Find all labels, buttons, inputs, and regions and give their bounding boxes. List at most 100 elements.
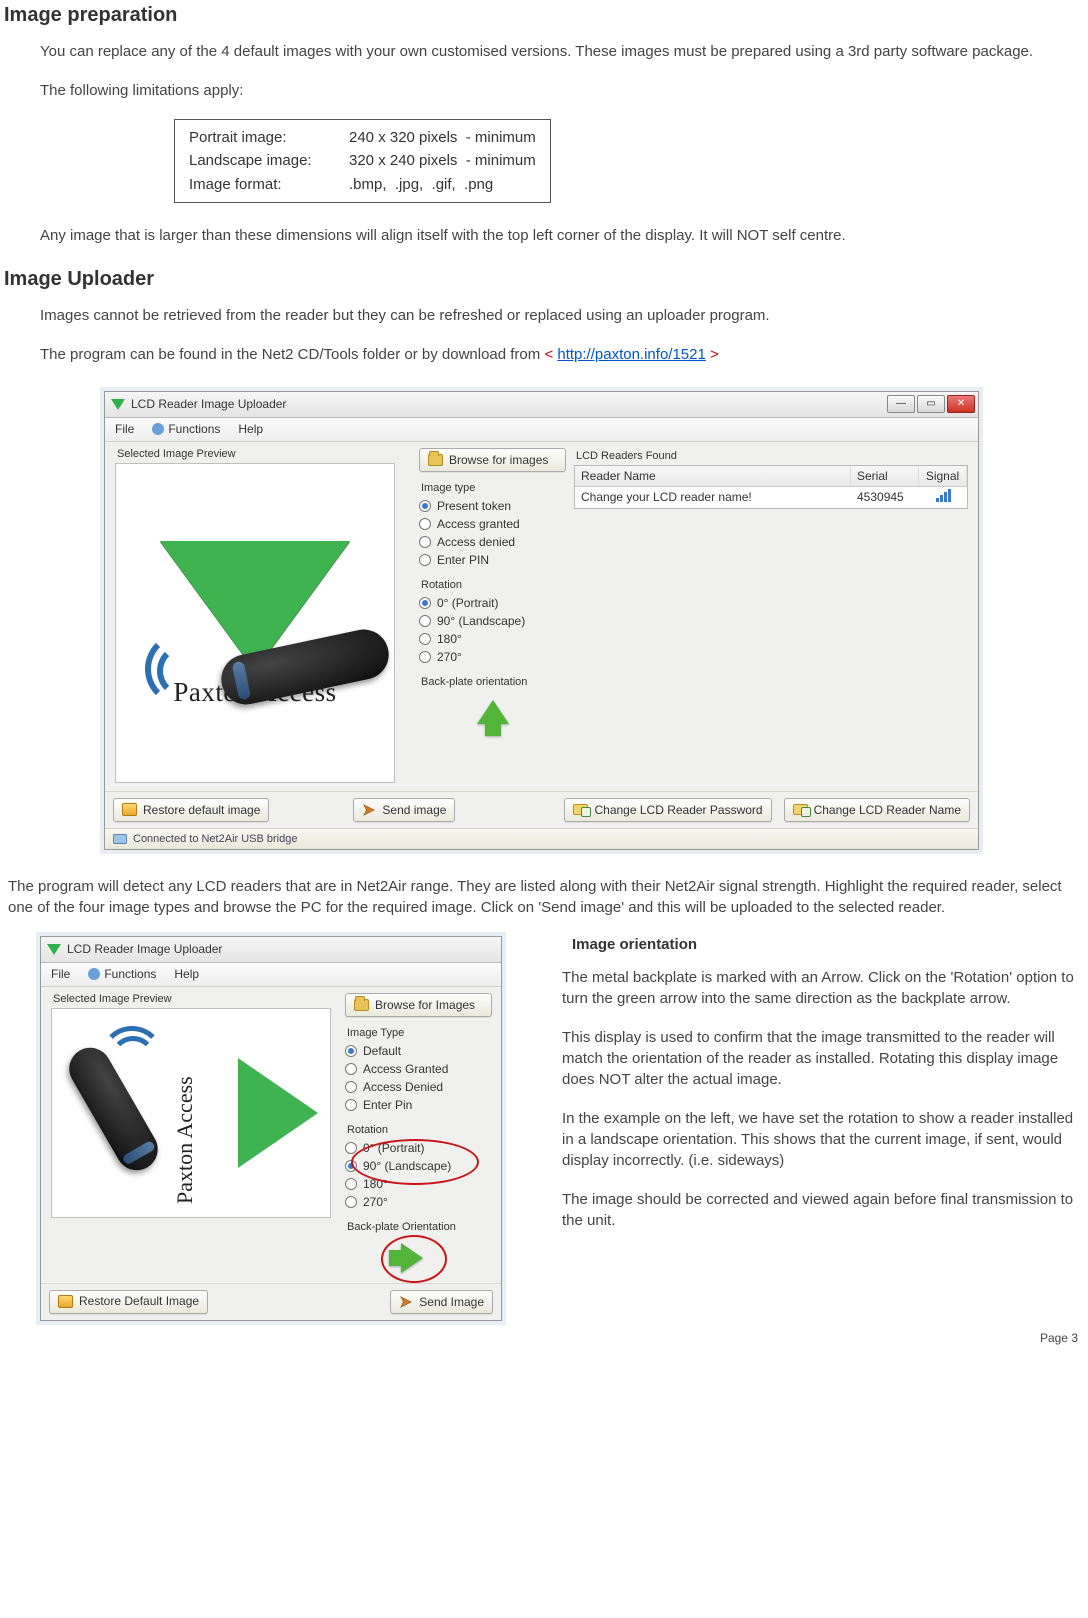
radio-access-granted[interactable]: Access Granted [345,1060,492,1078]
text-upl-1: Images cannot be retrieved from the read… [40,305,1084,326]
app-icon [111,399,125,410]
restore-default-button[interactable]: Restore default image [113,798,269,822]
paxton-triangle-icon [238,1058,318,1168]
link-download[interactable]: http://paxton.info/1521 [557,346,705,363]
radio-access-denied[interactable]: Access Denied [345,1078,492,1096]
restore-icon [58,1295,73,1308]
limit-format-label: Image format: [189,173,349,196]
rfid-wave-icon [139,634,209,704]
bracket-lt: < [544,346,557,363]
cell-reader-name: Change your LCD reader name! [575,487,851,508]
radio-access-denied[interactable]: Access denied [419,533,566,551]
readers-table: Reader Name Serial Signal Change your LC… [574,465,968,509]
limits-box: Portrait image:240 x 320 pixels - minimu… [174,119,551,203]
radio-rot-0[interactable]: 0° (Portrait) [419,594,566,612]
radio-rot-0[interactable]: 0° (Portrait) [345,1139,492,1157]
limit-landscape-label: Landscape image: [189,149,349,172]
col-serial[interactable]: Serial [851,466,919,486]
image-type-label: Image Type [347,1027,492,1039]
window-title: LCD Reader Image Uploader [131,397,286,411]
change-name-button[interactable]: Change LCD Reader Name [784,798,970,822]
gear-icon [152,423,164,435]
send-image-button[interactable]: Send image [353,798,455,822]
backplate-arrow-up-icon [477,700,509,724]
limit-format-val: .bmp, .jpg, .gif, .png [349,176,493,193]
text-prep-2: The following limitations apply: [40,80,1084,101]
restore-default-button[interactable]: Restore Default Image [49,1290,208,1314]
titlebar: LCD Reader Image Uploader [41,937,501,963]
menu-functions[interactable]: Functions [152,422,220,436]
radio-enter-pin[interactable]: Enter Pin [345,1096,492,1114]
gear-icon [88,968,100,980]
radio-enter-pin[interactable]: Enter PIN [419,551,566,569]
text-prep-3: Any image that is larger than these dime… [40,225,1084,246]
cell-serial: 4530945 [851,487,919,508]
text-prep-1: You can replace any of the 4 default ima… [40,41,1084,62]
paxton-text-rotated: Paxton Access [172,1076,198,1204]
folder-icon [428,454,443,466]
orient-p2: This display is used to confirm that the… [562,1027,1082,1090]
table-row[interactable]: Change your LCD reader name! 4530945 [575,487,967,508]
uploader-window-2: LCD Reader Image Uploader File Functions… [40,936,502,1321]
page-number: Page 3 [4,1321,1084,1349]
col-signal[interactable]: Signal [919,466,967,486]
radio-access-granted[interactable]: Access granted [419,515,566,533]
heading-image-orientation: Image orientation [572,936,1082,953]
restore-icon [122,803,137,816]
send-icon [362,803,376,817]
menubar: File Functions Help [41,963,501,987]
heading-image-preparation: Image preparation [4,4,1084,27]
radio-rot-90[interactable]: 90° (Landscape) [419,612,566,630]
titlebar: LCD Reader Image Uploader — ▭ ✕ [105,392,978,418]
readers-found-label: LCD Readers Found [574,448,968,465]
maximize-button[interactable]: ▭ [917,395,945,413]
statusbar: Connected to Net2Air USB bridge [105,828,978,849]
menu-help[interactable]: Help [238,422,263,436]
radio-rot-180[interactable]: 180° [419,630,566,648]
orient-p3: In the example on the left, we have set … [562,1108,1082,1171]
backplate-arrow-right-icon [401,1243,423,1273]
rotation-label: Rotation [421,579,566,591]
radio-default[interactable]: Default [345,1042,492,1060]
text-upl-2a: The program can be found in the Net2 CD/… [40,346,544,363]
preview-label: Selected Image Preview [51,991,335,1008]
minimize-button[interactable]: — [887,395,915,413]
close-button[interactable]: ✕ [947,395,975,413]
menu-file[interactable]: File [115,422,134,436]
card-icon [793,804,808,815]
menu-help[interactable]: Help [174,967,199,981]
send-image-button[interactable]: Send Image [390,1290,493,1314]
change-password-button[interactable]: Change LCD Reader Password [564,798,771,822]
usb-icon [113,834,127,844]
menu-file[interactable]: File [51,967,70,981]
radio-present-token[interactable]: Present token [419,497,566,515]
app-icon [47,944,61,955]
cell-signal [919,487,967,508]
radio-rot-270[interactable]: 270° [345,1193,492,1211]
radio-rot-90[interactable]: 90° (Landscape) [345,1157,492,1175]
limit-portrait-val: 240 x 320 pixels - minimum [349,129,536,146]
backplate-label: Back-plate orientation [421,676,566,688]
heading-image-uploader: Image Uploader [4,268,1084,291]
folder-icon [354,999,369,1011]
browse-button[interactable]: Browse for Images [345,993,492,1017]
col-reader-name[interactable]: Reader Name [575,466,851,486]
radio-rot-180[interactable]: 180° [345,1175,492,1193]
limit-portrait-label: Portrait image: [189,126,349,149]
window-title: LCD Reader Image Uploader [67,942,222,956]
preview-image: Paxton Access [115,463,395,783]
orient-p4: The image should be corrected and viewed… [562,1189,1082,1231]
radio-rot-270[interactable]: 270° [419,648,566,666]
menubar: File Functions Help [105,418,978,442]
card-icon [573,804,588,815]
text-upl-3: The program will detect any LCD readers … [8,876,1084,918]
rotation-label: Rotation [347,1124,492,1136]
browse-button[interactable]: Browse for images [419,448,566,472]
menu-functions[interactable]: Functions [88,967,156,981]
orient-p1: The metal backplate is marked with an Ar… [562,967,1082,1009]
preview-image-landscape: Paxton Access [51,1008,331,1218]
backplate-label: Back-plate Orientation [347,1221,492,1233]
image-type-label: Image type [421,482,566,494]
text-upl-2: The program can be found in the Net2 CD/… [40,344,1084,365]
send-icon [399,1295,413,1309]
